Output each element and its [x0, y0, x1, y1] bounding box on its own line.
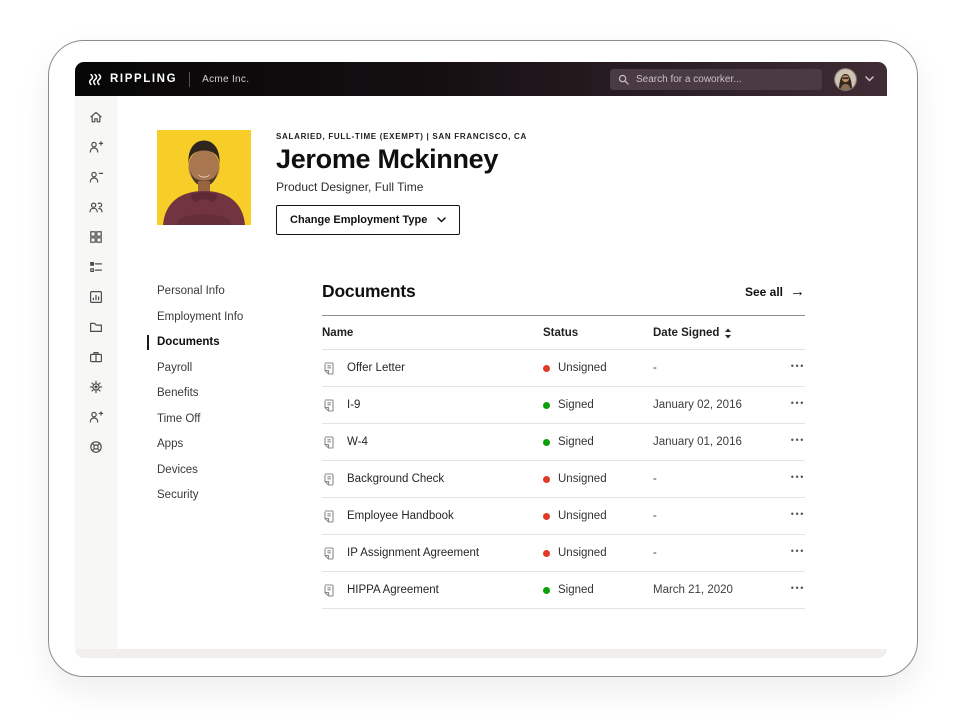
subnav-item-security[interactable]: Security — [157, 490, 322, 501]
see-all-link[interactable]: See all → — [745, 285, 805, 299]
subnav-item-personal-info[interactable]: Personal Info — [157, 286, 322, 297]
rippling-mark-icon — [88, 72, 103, 87]
change-employment-type-button[interactable]: Change Employment Type — [276, 205, 460, 235]
document-icon — [322, 398, 336, 413]
subnav-item-employment-info[interactable]: Employment Info — [157, 312, 322, 323]
document-icon — [322, 583, 336, 598]
status-dot — [543, 587, 550, 594]
org-chart-icon[interactable] — [88, 258, 105, 275]
row-menu-kebab-icon[interactable]: ••• — [781, 399, 805, 412]
icon-rail — [75, 96, 117, 649]
column-header-name: Name — [322, 327, 543, 339]
reports-icon[interactable] — [88, 288, 105, 305]
subnav-item-documents[interactable]: Documents — [157, 337, 322, 348]
subnav-item-payroll[interactable]: Payroll — [157, 363, 322, 374]
subnav-item-benefits[interactable]: Benefits — [157, 388, 322, 399]
column-header-date-signed[interactable]: Date Signed — [653, 327, 781, 339]
subnav-item-time-off[interactable]: Time Off — [157, 414, 322, 425]
subnav-item-apps[interactable]: Apps — [157, 439, 322, 450]
bottom-band — [75, 649, 887, 658]
row-menu-kebab-icon[interactable]: ••• — [781, 473, 805, 486]
brand-name: RIPPLING — [110, 73, 177, 85]
rippling-logo[interactable]: RIPPLING — [88, 72, 177, 87]
status-dot — [543, 439, 550, 446]
invite-person-icon[interactable] — [88, 408, 105, 425]
remove-teammate-icon[interactable] — [88, 168, 105, 185]
status-dot — [543, 402, 550, 409]
row-menu-kebab-icon[interactable]: ••• — [781, 584, 805, 597]
document-row[interactable]: Background Check Unsigned - ••• — [322, 461, 805, 498]
subnav-item-devices[interactable]: Devices — [157, 465, 322, 476]
document-icon — [322, 546, 336, 561]
change-employment-type-label: Change Employment Type — [290, 214, 427, 226]
search-placeholder: Search for a coworker... — [636, 74, 742, 85]
row-menu-kebab-icon[interactable]: ••• — [781, 510, 805, 523]
document-icon — [322, 361, 336, 376]
apps-grid-icon[interactable] — [88, 228, 105, 245]
chevron-down-icon — [437, 217, 446, 223]
search-input[interactable]: Search for a coworker... — [610, 69, 822, 90]
profile-info: SALARIED, FULL-TIME (EXEMPT) | SAN FRANC… — [276, 130, 527, 235]
settings-gear-icon[interactable] — [88, 378, 105, 395]
chevron-down-icon — [865, 76, 874, 82]
employee-photo — [157, 130, 251, 225]
status-dot — [543, 365, 550, 372]
folder-icon[interactable] — [88, 318, 105, 335]
sort-icon — [724, 328, 732, 339]
content-area: SALARIED, FULL-TIME (EXEMPT) | SAN FRANC… — [117, 96, 887, 649]
employment-eyebrow: SALARIED, FULL-TIME (EXEMPT) | SAN FRANC… — [276, 130, 527, 141]
home-icon[interactable] — [88, 108, 105, 125]
documents-section: Documents See all → Name Status Date Si — [322, 281, 805, 609]
document-row[interactable]: Employee Handbook Unsigned - ••• — [322, 498, 805, 535]
document-icon — [322, 472, 336, 487]
account-menu-chevron[interactable] — [865, 76, 874, 82]
topbar-divider — [189, 72, 190, 87]
company-briefcase-icon[interactable] — [88, 348, 105, 365]
device-frame: RIPPLING Acme Inc. Search for a coworker… — [48, 40, 918, 677]
search-icon — [618, 74, 629, 85]
column-header-status: Status — [543, 327, 653, 339]
status-dot — [543, 513, 550, 520]
profile-subnav: Personal Info Employment Info Documents … — [157, 281, 322, 609]
document-row[interactable]: IP Assignment Agreement Unsigned - ••• — [322, 535, 805, 572]
profile-header: SALARIED, FULL-TIME (EXEMPT) | SAN FRANC… — [157, 130, 887, 235]
table-header: Name Status Date Signed — [322, 316, 805, 350]
row-menu-kebab-icon[interactable]: ••• — [781, 436, 805, 449]
app-window: RIPPLING Acme Inc. Search for a coworker… — [75, 62, 887, 658]
document-row[interactable]: HIPPA Agreement Signed March 21, 2020 ••… — [322, 572, 805, 609]
row-menu-kebab-icon[interactable]: ••• — [781, 547, 805, 560]
top-bar: RIPPLING Acme Inc. Search for a coworker… — [75, 62, 887, 96]
company-name: Acme Inc. — [202, 74, 249, 85]
documents-title: Documents — [322, 281, 416, 302]
team-icon[interactable] — [88, 198, 105, 215]
help-icon[interactable] — [88, 438, 105, 455]
row-menu-kebab-icon[interactable]: ••• — [781, 362, 805, 375]
user-avatar[interactable] — [835, 69, 856, 90]
document-icon — [322, 435, 336, 450]
employee-subtitle: Product Designer, Full Time — [276, 180, 527, 194]
employee-name: Jerome Mckinney — [276, 144, 527, 175]
right-arrow-icon: → — [790, 287, 805, 297]
add-teammate-icon[interactable] — [88, 138, 105, 155]
document-row[interactable]: W-4 Signed January 01, 2016 ••• — [322, 424, 805, 461]
document-row[interactable]: Offer Letter Unsigned - ••• — [322, 350, 805, 387]
document-icon — [322, 509, 336, 524]
status-dot — [543, 550, 550, 557]
document-row[interactable]: I-9 Signed January 02, 2016 ••• — [322, 387, 805, 424]
status-dot — [543, 476, 550, 483]
